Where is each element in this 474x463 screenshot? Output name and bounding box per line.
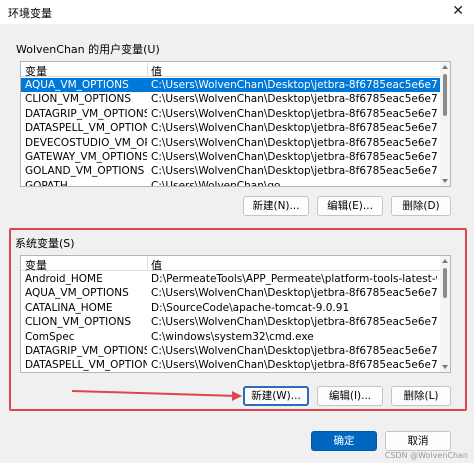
system-new-button[interactable]: 新建(W)... xyxy=(243,386,309,406)
system-edit-button[interactable]: 编辑(I)... xyxy=(317,386,383,406)
system-delete-button[interactable]: 删除(L) xyxy=(391,386,451,406)
ok-button[interactable]: 确定 xyxy=(311,431,377,451)
watermark: CSDN @WolvenChan xyxy=(384,451,468,460)
cancel-button[interactable]: 取消 xyxy=(385,431,451,451)
